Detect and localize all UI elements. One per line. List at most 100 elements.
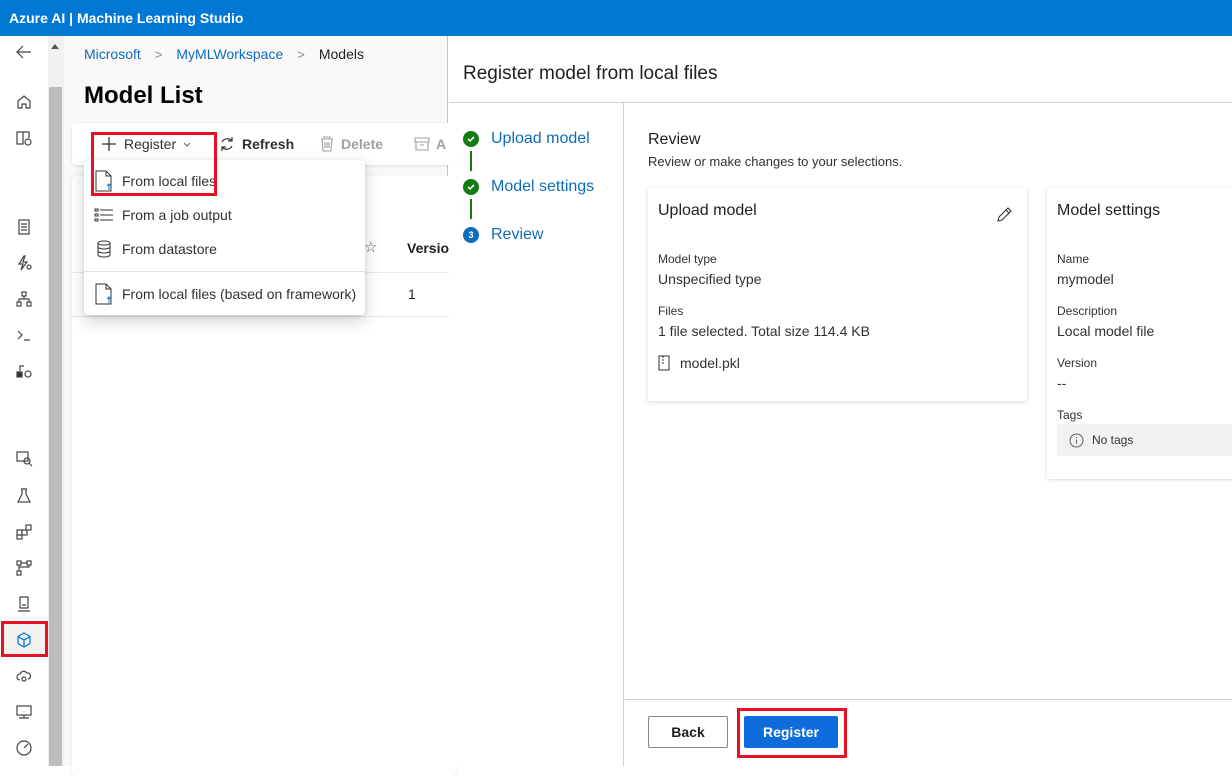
step-label: Model settings	[491, 178, 595, 195]
compute-icon[interactable]	[8, 698, 40, 726]
cloud-endpoint-icon[interactable]	[8, 662, 40, 690]
file-upload-icon	[95, 283, 112, 305]
plus-icon	[102, 137, 116, 151]
card-title: Model settings	[1057, 202, 1161, 219]
archive-button[interactable]: A	[414, 123, 446, 165]
card-title: Upload model	[658, 202, 757, 219]
catalog-icon[interactable]	[8, 124, 40, 152]
menu-divider	[84, 271, 365, 272]
step-connector	[470, 199, 472, 219]
database-icon	[97, 240, 111, 258]
description-value: Local model file	[1057, 323, 1155, 339]
favorite-column-header[interactable]: ☆	[364, 238, 377, 256]
step-connector	[470, 151, 472, 171]
back-arrow-icon[interactable]	[8, 38, 40, 66]
list-icon	[94, 208, 113, 222]
model-list-page: Microsoft > MyMLWorkspace > Models Model…	[64, 36, 456, 776]
row-divider	[72, 316, 456, 317]
model-settings-card: Model settings Name mymodel Description …	[1047, 188, 1232, 479]
register-label: Register	[124, 136, 177, 152]
menu-item-label: From local files (based on framework)	[122, 286, 357, 302]
app-title: Azure AI | Machine Learning Studio	[9, 10, 244, 26]
models-nav-highlight	[1, 621, 48, 657]
menu-item-label: From local files	[122, 173, 217, 189]
register-button[interactable]: Register	[744, 716, 838, 748]
step-label: Review	[491, 226, 544, 243]
info-icon	[1069, 433, 1084, 447]
step-review[interactable]: 3 Review	[463, 226, 543, 244]
tags-label: Tags	[1057, 408, 1083, 422]
gauge-icon[interactable]	[8, 734, 40, 762]
toolbar: Register Refresh Delete A	[72, 123, 456, 165]
refresh-label: Refresh	[242, 136, 295, 152]
version-value: --	[1057, 375, 1067, 391]
table-cell-version: 1	[408, 286, 416, 302]
footer-divider	[625, 699, 1232, 700]
page-title: Model List	[84, 82, 203, 109]
wizard-steps: Upload model Model settings 3 Review	[449, 103, 624, 766]
breadcrumb-microsoft[interactable]: Microsoft	[84, 46, 141, 62]
menu-item-from-local-files-framework[interactable]: From local files (based on framework)	[84, 278, 365, 310]
check-circle-icon	[463, 131, 479, 147]
check-circle-icon	[463, 179, 479, 195]
model-type-value: Unspecified type	[658, 271, 762, 287]
file-item: model.pkl	[658, 355, 740, 371]
menu-item-from-job-output[interactable]: From a job output	[84, 199, 365, 231]
review-section: Review Review or make changes to your se…	[625, 103, 1232, 699]
menu-item-from-datastore[interactable]: From datastore	[84, 233, 365, 265]
name-value: mymodel	[1057, 271, 1114, 287]
step-upload-model[interactable]: Upload model	[463, 130, 590, 148]
breadcrumb-separator: >	[297, 46, 305, 62]
refresh-button[interactable]: Refresh	[218, 123, 294, 165]
components-icon[interactable]	[8, 518, 40, 546]
edit-pencil-icon[interactable]	[995, 206, 1013, 229]
scroll-up-arrow-icon[interactable]	[51, 44, 59, 49]
menu-item-label: From a job output	[122, 207, 232, 223]
menu-item-from-local-files[interactable]: From local files	[84, 165, 365, 197]
archive-icon	[414, 137, 430, 151]
terminal-icon[interactable]	[8, 321, 40, 349]
step-number-badge: 3	[463, 227, 479, 243]
model-type-label: Model type	[658, 252, 717, 266]
environment-icon[interactable]	[8, 590, 40, 618]
breadcrumb-separator: >	[154, 46, 163, 62]
back-button[interactable]: Back	[648, 716, 728, 748]
flow-icon[interactable]	[8, 357, 40, 385]
register-model-panel: Register model from local files Upload m…	[449, 36, 1232, 766]
no-tags-text: No tags	[1092, 433, 1134, 447]
version-column-header[interactable]: Versio	[407, 240, 449, 256]
file-name: model.pkl	[680, 355, 740, 371]
upload-model-card: Upload model Model type Unspecified type…	[648, 188, 1027, 401]
pipeline-icon[interactable]	[8, 554, 40, 582]
chevron-down-icon	[183, 142, 191, 147]
no-tags-message: No tags	[1057, 424, 1232, 456]
file-upload-icon	[95, 170, 112, 192]
flask-icon[interactable]	[8, 482, 40, 510]
data-search-icon[interactable]	[8, 444, 40, 472]
delete-label: Delete	[341, 136, 384, 152]
automl-icon[interactable]	[8, 249, 40, 277]
register-menu: From local files From a job output From …	[84, 160, 365, 315]
version-label: Version	[1057, 356, 1098, 370]
delete-button[interactable]: Delete	[319, 123, 383, 165]
description-label: Description	[1057, 304, 1118, 318]
files-value: 1 file selected. Total size 114.4 KB	[658, 323, 870, 339]
notebook-icon[interactable]	[8, 213, 40, 241]
step-label: Upload model	[491, 130, 590, 147]
archive-label: A	[436, 136, 447, 152]
breadcrumb-models: Models	[318, 46, 364, 62]
designer-icon[interactable]	[8, 285, 40, 313]
menu-item-label: From datastore	[122, 241, 217, 257]
files-label: Files	[658, 304, 684, 318]
register-dropdown-button[interactable]: Register	[100, 123, 198, 165]
breadcrumb: Microsoft > MyMLWorkspace > Models	[84, 46, 364, 62]
trash-icon	[321, 136, 333, 152]
refresh-icon	[221, 137, 233, 151]
home-icon[interactable]	[8, 88, 40, 116]
scrollbar-thumb[interactable]	[49, 87, 62, 766]
app-title-bar: Azure AI | Machine Learning Studio	[0, 0, 1232, 36]
breadcrumb-workspace[interactable]: MyMLWorkspace	[176, 46, 283, 62]
review-subtitle: Review or make changes to your selection…	[648, 154, 903, 169]
review-title: Review	[648, 131, 701, 148]
step-model-settings[interactable]: Model settings	[463, 178, 594, 196]
